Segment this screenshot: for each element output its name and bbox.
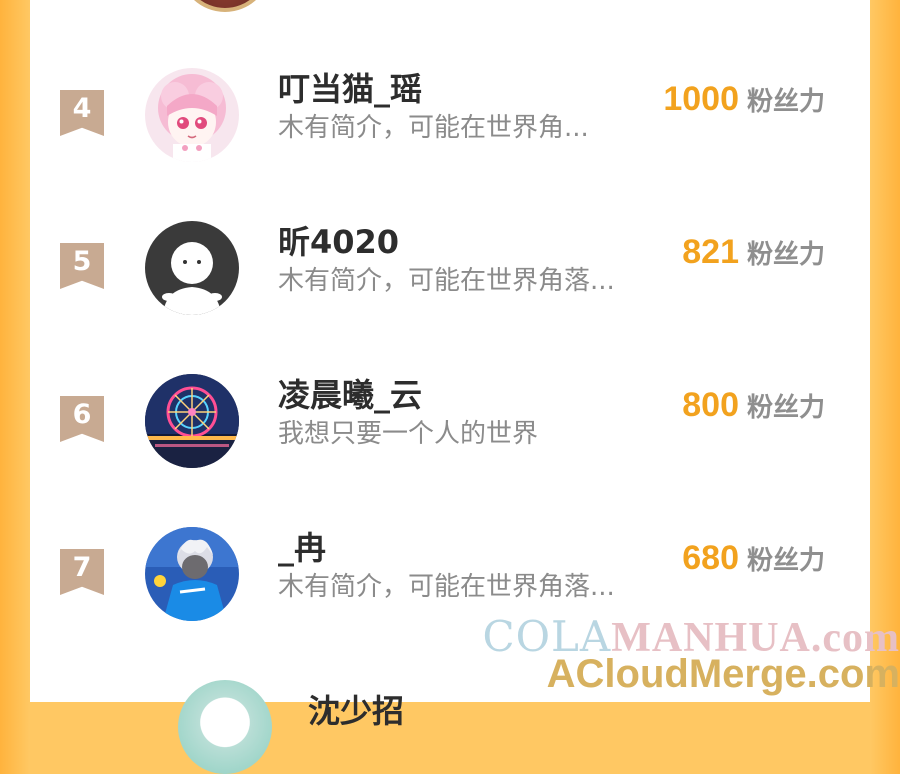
score-unit: 粉丝力	[746, 240, 825, 270]
score-value: 821	[682, 233, 739, 271]
watermark: COLAMANHUA.com ACloudMerge.com	[480, 612, 900, 697]
rank-badge: 5	[60, 243, 104, 289]
user-bio: 木有简介，可能在世界角落...	[278, 572, 615, 602]
rank-badge: 7	[60, 549, 104, 595]
score-value: 680	[682, 539, 739, 577]
fan-power-score: 680 粉丝力	[682, 539, 825, 578]
score-unit: 粉丝力	[746, 546, 825, 576]
anime-girl-avatar-icon[interactable]	[145, 68, 239, 162]
score-value: 1000	[663, 80, 739, 118]
fan-power-score: 1000 粉丝力	[663, 80, 825, 119]
avatar[interactable]	[178, 680, 272, 774]
user-name[interactable]: 叮当猫_瑶	[278, 64, 422, 110]
fan-power-score: 800 粉丝力	[682, 386, 825, 425]
anime-boy-avatar-icon[interactable]	[145, 527, 239, 621]
user-bio: 我想只要一个人的世界	[278, 419, 539, 449]
fan-power-score: 821 粉丝力	[682, 233, 825, 272]
user-name[interactable]: _冉	[278, 523, 326, 569]
ferris-wheel-icon[interactable]	[145, 374, 239, 468]
score-value: 800	[682, 386, 739, 424]
score-unit: 粉丝力	[746, 87, 825, 117]
default-avatar-icon[interactable]	[145, 221, 239, 315]
list-item[interactable]: 6 凌晨曦_云 我想只要一个人的世界 800 粉丝力	[30, 358, 870, 478]
ranking-panel: 4 叮当猫_瑶 木有简介，可能在世界角... 1000 粉丝力 5 昕4020 …	[30, 0, 870, 774]
rank-badge: 4	[60, 90, 104, 136]
user-name[interactable]: 沈少招	[308, 686, 404, 732]
score-unit: 粉丝力	[746, 393, 825, 423]
avatar[interactable]	[179, 0, 271, 12]
user-bio: 木有简介，可能在世界角落...	[278, 266, 615, 296]
user-bio: 木有简介，可能在世界角...	[278, 113, 589, 143]
rank-badge: 6	[60, 396, 104, 442]
list-item[interactable]: 4 叮当猫_瑶 木有简介，可能在世界角... 1000 粉丝力	[30, 52, 870, 172]
list-item[interactable]: 5 昕4020 木有简介，可能在世界角落... 821 粉丝力	[30, 205, 870, 325]
user-name[interactable]: 昕4020	[278, 217, 399, 263]
user-name[interactable]: 凌晨曦_云	[278, 370, 422, 416]
